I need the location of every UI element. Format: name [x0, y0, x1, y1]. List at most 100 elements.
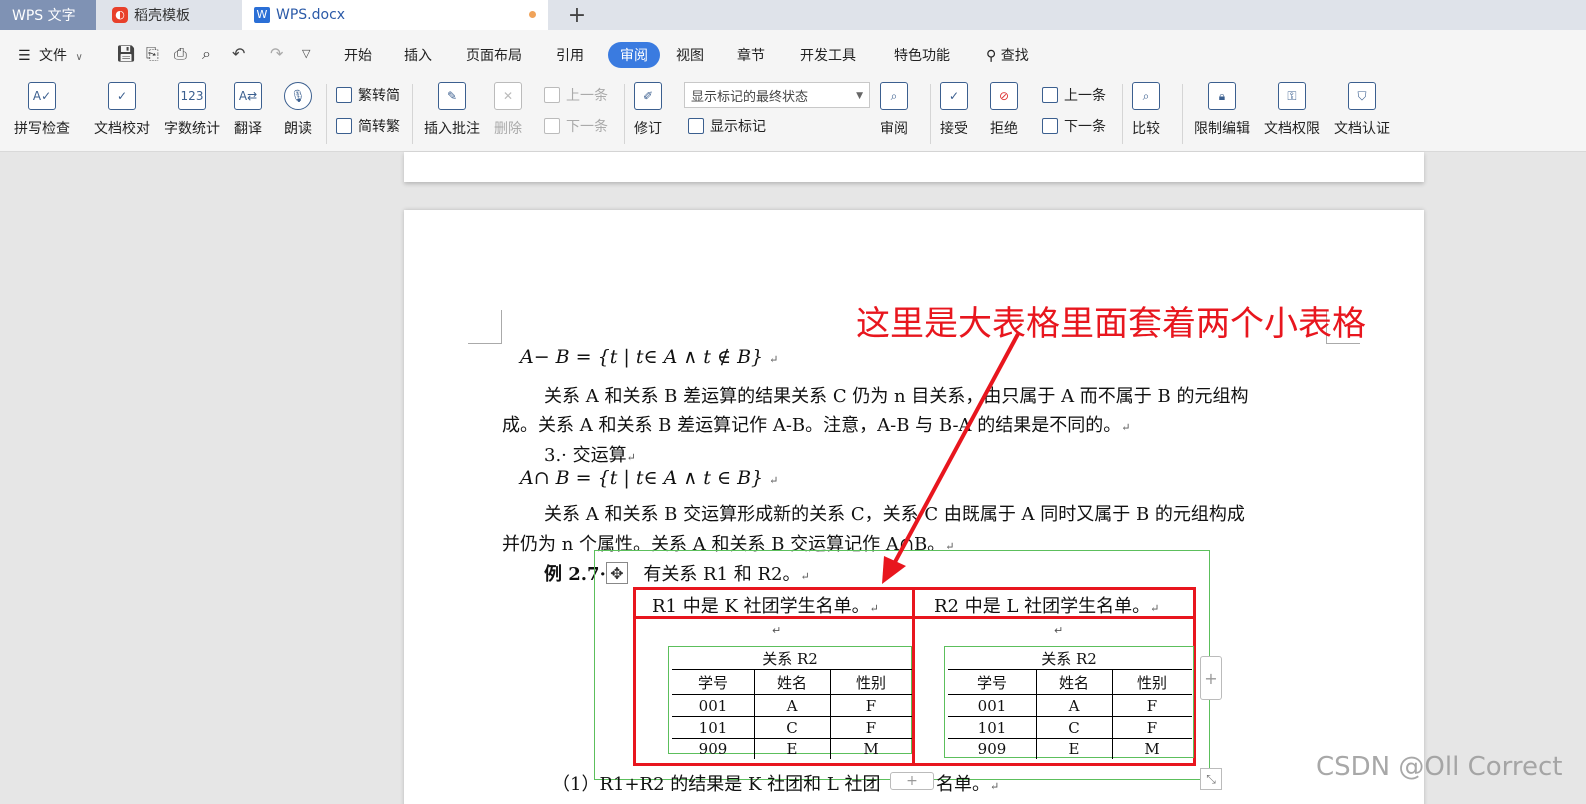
- inner-table-1-cell: 001: [698, 697, 728, 715]
- word-count-icon: 123: [178, 82, 206, 110]
- tab-developer[interactable]: 开发工具: [800, 45, 856, 65]
- inner-table-2-cell: E: [1068, 740, 1080, 758]
- big-table-header-left: R1 中是 K 社团学生名单。↵: [652, 592, 879, 618]
- inner-table-2-cell: 101: [977, 719, 1007, 737]
- review-pane-button[interactable]: ⌕ 审阅: [880, 82, 908, 138]
- paragraph-mark: ↵: [869, 602, 879, 615]
- shield-icon: ⛉: [1348, 82, 1376, 110]
- prev-change-icon: [1042, 87, 1058, 103]
- compare-button[interactable]: ⌕ 比较: [1132, 82, 1160, 138]
- tab-review[interactable]: 审阅: [608, 42, 660, 68]
- tab-page-layout[interactable]: 页面布局: [466, 45, 522, 65]
- translate-button[interactable]: A⇄ 翻译: [234, 82, 262, 138]
- tab-chapter[interactable]: 章节: [737, 45, 765, 65]
- inner-table-1-cell: F: [865, 719, 877, 737]
- table-rule: [672, 694, 912, 695]
- new-tab-button[interactable]: +: [562, 0, 592, 30]
- word-count-button[interactable]: 123 字数统计: [164, 82, 220, 138]
- next-comment-button[interactable]: 下一条: [544, 116, 608, 136]
- ribbon-divider: [412, 84, 413, 144]
- paragraph-mark: ↵: [1054, 624, 1064, 637]
- table-move-icon[interactable]: ✥: [606, 562, 628, 584]
- prev-change-label: 上一条: [1064, 88, 1106, 104]
- table-rule: [672, 716, 912, 717]
- word-count-label: 字数统计: [164, 121, 220, 137]
- tab-insert[interactable]: 插入: [404, 45, 432, 65]
- document-certify-button[interactable]: ⛉ 文档认证: [1334, 82, 1390, 138]
- file-menu[interactable]: ☰ 文件 ∨: [18, 45, 83, 65]
- spell-check-icon: A✓: [28, 82, 56, 110]
- track-changes-icon: ✐: [634, 82, 662, 110]
- customize-toolbar-icon[interactable]: ▽: [302, 47, 310, 60]
- tab-daoke-templates[interactable]: ◐ 稻壳模板: [98, 0, 240, 30]
- spell-check-button[interactable]: A✓ 拼写检查: [14, 82, 70, 138]
- insert-comment-button[interactable]: ✎ 插入批注: [424, 82, 480, 138]
- restrict-editing-label: 限制编辑: [1194, 121, 1250, 137]
- ribbon-divider: [326, 84, 327, 144]
- next-change-button[interactable]: 下一条: [1042, 116, 1106, 136]
- trad-simp-icon: [336, 87, 352, 103]
- read-aloud-button[interactable]: 🎙︎ 朗读: [284, 82, 312, 138]
- inner-table-1-header: 性别: [855, 674, 886, 692]
- reject-button[interactable]: ⊘ 拒绝: [990, 82, 1018, 138]
- tab-special-features[interactable]: 特色功能: [894, 45, 950, 65]
- ribbon-divider: [930, 84, 931, 144]
- proofread-button[interactable]: ✓ 文档校对: [94, 82, 150, 138]
- accept-check-icon: ✓: [940, 82, 968, 110]
- table-rule: [672, 669, 912, 670]
- formula-intersection: A∩ B = {t | t∈ A ∧ t ∈ B} ↵: [520, 467, 778, 489]
- accept-button[interactable]: ✓ 接受: [940, 82, 968, 138]
- inner-table-2-cell: A: [1068, 697, 1080, 715]
- markup-state-value: 显示标记的最终状态: [691, 89, 809, 105]
- inner-table-2-cell: F: [1146, 697, 1158, 715]
- format-painter-icon[interactable]: ⎘: [146, 44, 159, 64]
- markup-state-select[interactable]: 显示标记的最终状态 ▼: [684, 82, 870, 108]
- prev-comment-button[interactable]: 上一条: [544, 85, 608, 105]
- tab-references[interactable]: 引用: [556, 45, 584, 65]
- prev-change-button[interactable]: 上一条: [1042, 85, 1106, 105]
- save-icon[interactable]: 💾︎: [116, 44, 136, 63]
- tab-wps-writer[interactable]: WPS 文字: [0, 0, 96, 30]
- tab-document[interactable]: W WPS.docx: [242, 0, 548, 30]
- search-label: 查找: [1000, 48, 1029, 64]
- trad-to-simp-button[interactable]: 繁转简: [336, 85, 400, 105]
- tab-start[interactable]: 开始: [344, 45, 372, 65]
- show-markup-button[interactable]: 显示标记: [688, 116, 766, 136]
- table-resize-icon[interactable]: ⤡: [1200, 768, 1222, 790]
- next-comment-label: 下一条: [566, 119, 608, 135]
- add-column-button[interactable]: +: [1200, 656, 1222, 700]
- tab-bar: WPS 文字 ◐ 稻壳模板 W WPS.docx +: [0, 0, 1586, 30]
- print-icon[interactable]: ⎙: [174, 44, 187, 64]
- paragraph-text: 关系 A 和关系 B 交运算形成新的关系 C，关系 C 由既属于 A 同时又属于…: [544, 504, 1245, 525]
- trad-to-simp-label: 繁转简: [358, 88, 400, 104]
- reject-label: 拒绝: [990, 121, 1018, 137]
- plus-icon: +: [906, 773, 918, 789]
- document-certify-label: 文档认证: [1334, 121, 1390, 137]
- tab-document-label: WPS.docx: [276, 7, 346, 23]
- prev-comment-icon: [544, 87, 560, 103]
- simp-to-trad-button[interactable]: 简转繁: [336, 116, 400, 136]
- delete-comment-button[interactable]: ✕ 删除: [494, 82, 522, 138]
- undo-icon[interactable]: ↶: [232, 44, 245, 63]
- track-changes-button[interactable]: ✐ 修订: [634, 82, 662, 138]
- paragraph-mark: ↵: [626, 451, 636, 464]
- crop-mark: [468, 310, 502, 344]
- section-heading-text: 3.· 交运算: [544, 445, 627, 466]
- redo-icon[interactable]: ↷: [270, 44, 283, 63]
- document-permission-button[interactable]: ⚿ 文档权限: [1264, 82, 1320, 138]
- paragraph-text-line: 成。关系 A 和关系 B 差运算记作 A-B。注意，A-B 与 B-A 的结果是…: [502, 415, 1122, 436]
- restrict-editing-button[interactable]: 🔒︎ 限制编辑: [1194, 82, 1250, 138]
- tab-daoke-label: 稻壳模板: [134, 8, 190, 24]
- inner-table-1-cell: 101: [698, 719, 728, 737]
- inner-table-1-cell: M: [863, 740, 879, 758]
- list-item-tail: 名单。: [936, 774, 991, 795]
- document-permission-label: 文档权限: [1264, 121, 1320, 137]
- add-row-button[interactable]: +: [890, 772, 934, 790]
- print-preview-icon[interactable]: ⌕: [202, 44, 211, 64]
- search-button[interactable]: ⚲ 查找: [986, 45, 1029, 65]
- tab-view[interactable]: 视图: [676, 45, 704, 65]
- inner-table-2-caption: 关系 R2: [1041, 650, 1097, 668]
- inner-table-2-header: 学号: [976, 674, 1007, 692]
- ribbon-divider: [1122, 84, 1123, 144]
- paragraph-mark: ↵: [990, 780, 1000, 793]
